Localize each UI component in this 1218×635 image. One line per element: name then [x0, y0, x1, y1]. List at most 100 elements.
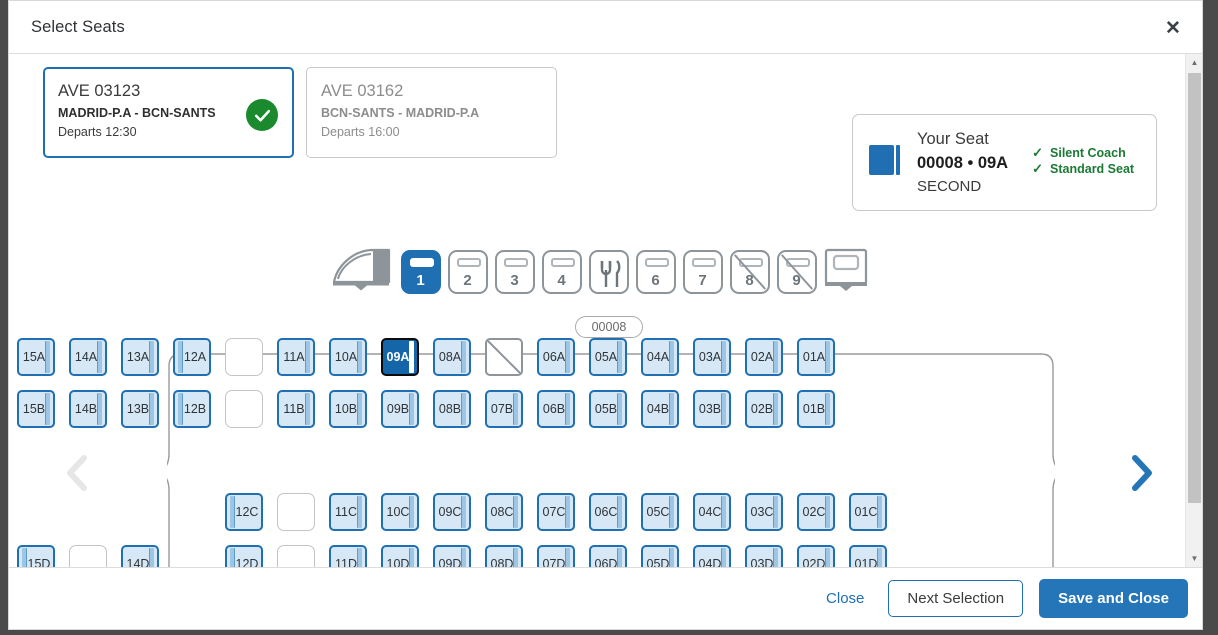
scrollbar-thumb[interactable]: [1188, 73, 1201, 503]
seat-12D[interactable]: 12D: [225, 545, 263, 567]
coach-button-2[interactable]: 2: [447, 250, 488, 294]
seat-14D[interactable]: 14D: [121, 545, 159, 567]
coach-button-8[interactable]: 8: [729, 250, 770, 294]
seat-grid: 15A 14A 13A 12A 11A 10A 09A 08A 06A 05A …: [9, 316, 897, 567]
seat-03B[interactable]: 03B: [693, 390, 731, 428]
seat-01C[interactable]: 01C: [849, 493, 887, 531]
coach-button-1[interactable]: 1: [400, 250, 441, 294]
seat-01B[interactable]: 01B: [797, 390, 835, 428]
seat-10B[interactable]: 10B: [329, 390, 367, 428]
close-icon[interactable]: ✕: [1162, 17, 1184, 39]
seat-11B[interactable]: 11B: [277, 390, 315, 428]
seat-back-icon: [877, 548, 882, 567]
seat-05B[interactable]: 05B: [589, 390, 627, 428]
seat-10D[interactable]: 10D: [381, 545, 419, 567]
seat-10A[interactable]: 10A: [329, 338, 367, 376]
coach-window-icon: [644, 258, 669, 267]
seat-label: 14B: [74, 402, 98, 416]
seat-back-icon: [669, 548, 674, 567]
seat-13A[interactable]: 13A: [121, 338, 159, 376]
seat-08A[interactable]: 08A: [433, 338, 471, 376]
seat-icon: [869, 144, 901, 175]
vertical-scrollbar[interactable]: ▲ ▼: [1185, 54, 1202, 567]
close-button[interactable]: Close: [818, 586, 872, 611]
seat-03A[interactable]: 03A: [693, 338, 731, 376]
seat-05D[interactable]: 05D: [641, 545, 679, 567]
seat-back-icon: [825, 341, 830, 373]
seat-10C[interactable]: 10C: [381, 493, 419, 531]
seat-06C[interactable]: 06C: [589, 493, 627, 531]
seat-05C[interactable]: 05C: [641, 493, 679, 531]
seat-03D[interactable]: 03D: [745, 545, 783, 567]
next-coach-button[interactable]: [1113, 442, 1169, 504]
seat-label: 12D: [235, 557, 259, 567]
seat-15D[interactable]: 15D: [17, 545, 55, 567]
seat-label: 01C: [854, 505, 878, 519]
scroll-down-icon[interactable]: ▼: [1186, 550, 1202, 567]
seat-04D[interactable]: 04D: [693, 545, 731, 567]
seat-05A[interactable]: 05A: [589, 338, 627, 376]
next-selection-button[interactable]: Next Selection: [888, 580, 1024, 617]
coach-window-icon: [550, 258, 575, 267]
seat-12C[interactable]: 12C: [225, 493, 263, 531]
seat-15A[interactable]: 15A: [17, 338, 55, 376]
coach-button-7[interactable]: 7: [682, 250, 723, 294]
seat-06A[interactable]: 06A: [537, 338, 575, 376]
seat-07C[interactable]: 07C: [537, 493, 575, 531]
seat-row-c: 12C 11C 10C 09C 08C 07C 06C 05C 04C 03C …: [9, 493, 897, 531]
coach-button-6[interactable]: 6: [635, 250, 676, 294]
seat-04A[interactable]: 04A: [641, 338, 679, 376]
seat-02C[interactable]: 02C: [797, 493, 835, 531]
seat-07D[interactable]: 07D: [537, 545, 575, 567]
seat-12A[interactable]: 12A: [173, 338, 211, 376]
trip-card-return[interactable]: AVE 03162 BCN-SANTS - MADRID-P.A Departs…: [306, 67, 557, 158]
seat-13B[interactable]: 13B: [121, 390, 159, 428]
seat-14A[interactable]: 14A: [69, 338, 107, 376]
seat-11D[interactable]: 11D: [329, 545, 367, 567]
chevron-right-icon: [1132, 455, 1152, 491]
seat-01A[interactable]: 01A: [797, 338, 835, 376]
seat-11C[interactable]: 11C: [329, 493, 367, 531]
seat-03C[interactable]: 03C: [745, 493, 783, 531]
coach-button-3[interactable]: 3: [494, 250, 535, 294]
seat-14B[interactable]: 14B: [69, 390, 107, 428]
coach-button-9[interactable]: 9: [776, 250, 817, 294]
seat-08D[interactable]: 08D: [485, 545, 523, 567]
seat-04B[interactable]: 04B: [641, 390, 679, 428]
seat-11A[interactable]: 11A: [277, 338, 315, 376]
seat-back-icon: [773, 341, 778, 373]
seat-label: 12A: [183, 350, 207, 364]
seat-04C[interactable]: 04C: [693, 493, 731, 531]
seat-02D[interactable]: 02D: [797, 545, 835, 567]
seat-01D[interactable]: 01D: [849, 545, 887, 567]
seat-06D[interactable]: 06D: [589, 545, 627, 567]
seat-06B[interactable]: 06B: [537, 390, 575, 428]
save-and-close-button[interactable]: Save and Close: [1039, 579, 1188, 618]
seat-label: 01D: [854, 557, 878, 567]
seat-12B[interactable]: 12B: [173, 390, 211, 428]
seat-08B[interactable]: 08B: [433, 390, 471, 428]
seat-09D[interactable]: 09D: [433, 545, 471, 567]
seat-label: 07B: [490, 402, 514, 416]
trip-card-outbound[interactable]: AVE 03123 MADRID-P.A - BCN-SANTS Departs…: [43, 67, 294, 158]
seat-07B[interactable]: 07B: [485, 390, 523, 428]
seat-back-icon: [825, 393, 830, 425]
seat-08C[interactable]: 08C: [485, 493, 523, 531]
seat-02A[interactable]: 02A: [745, 338, 783, 376]
seat-09B[interactable]: 09B: [381, 390, 419, 428]
seat-09C[interactable]: 09C: [433, 493, 471, 531]
your-seat-title: Your Seat: [917, 129, 989, 148]
coach-button-4[interactable]: 4: [541, 250, 582, 294]
seat-15B[interactable]: 15B: [17, 390, 55, 428]
trip-departure-time: Departs 12:30: [58, 124, 137, 139]
seat-unavailable-07A: [485, 338, 523, 376]
scroll-up-icon[interactable]: ▲: [1186, 54, 1202, 71]
seat-02B[interactable]: 02B: [745, 390, 783, 428]
coach-button-bistro[interactable]: [588, 250, 629, 294]
your-seat-code: 00008 • 09A: [917, 153, 1009, 172]
seat-09A[interactable]: 09A: [381, 338, 419, 376]
seat-back-icon: [825, 496, 830, 528]
seat-back-icon: [565, 548, 570, 567]
seat-back-icon: [565, 393, 570, 425]
seat-back-icon: [669, 496, 674, 528]
